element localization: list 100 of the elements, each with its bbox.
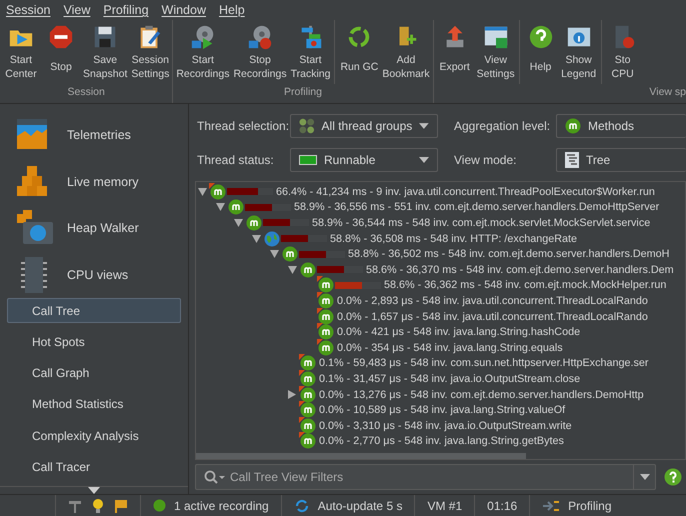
filter-box[interactable]: Call Tree View Filters [195,464,656,490]
toolbar-button[interactable]: View Settings [474,20,517,84]
menu-item[interactable]: View [63,3,90,17]
toolbar-group-label: Profiling [283,85,323,100]
tree-row[interactable]: 58.9% - 36,556 ms - 551 inv. com.ejt.demo.server.handlers.DemoHttpServer [294,201,660,214]
film-reel-play-icon [190,24,216,50]
method-icon [565,118,581,134]
dropdown-arrow-icon [419,123,429,129]
tree-row[interactable]: 0.0% - 2,893 μs - 548 inv. java.util.concurrent.ThreadLocalRando [337,294,648,307]
dropdown[interactable]: All thread groups [290,114,438,138]
window-check-icon [482,24,509,50]
tree-view-icon [565,152,579,168]
toolbar-button[interactable]: Stop [41,20,81,84]
toolbar-button[interactable]: Export [434,20,475,84]
sidebar-section[interactable]: Heap Walker [67,221,139,236]
control-label: View mode: [454,153,518,167]
thread-groups-icon [299,118,315,134]
dropdown-arrow-icon [419,157,429,163]
corner-marker-icon [299,370,305,376]
stop-sign-icon [48,24,74,50]
tree-row[interactable]: 66.4% - 41,234 ms - 9 inv. java.util.concurrent.ThreadPoolExecutor$Worker.run [276,186,655,198]
method-icon [210,184,226,200]
film-reel-stop-icon [247,24,274,50]
toolbar-button[interactable]: Start Center [1,20,41,84]
tree-row[interactable]: 0.0% - 354 μs - 548 inv. java.lang.String.equals [337,342,563,354]
help-icon [664,468,682,486]
status-text: 01:16 [487,498,518,512]
tree-row[interactable]: 58.9% - 36,544 ms - 548 inv. com.ejt.mock.servlet.MockServlet.service [312,216,650,229]
scrollbar-thumb[interactable] [196,453,526,459]
toolbar-button[interactable]: Run GC [334,20,380,84]
sidebar-item[interactable]: Hot Spots [7,329,181,355]
runnable-status-icon [299,155,317,165]
tree-row[interactable]: 58.6% - 36,370 ms - 548 inv. com.ejt.demo.server.handlers.Dem [366,264,674,276]
toolbar-button[interactable]: Session Settings [129,20,172,84]
method-icon [300,433,316,450]
toolbar-button[interactable]: Show Legend [558,20,599,84]
tree-row[interactable]: 58.6% - 36,362 ms - 548 inv. com.ejt.mock.MockHelper.run [384,279,666,292]
tree-row[interactable]: 0.0% - 13,276 μs - 548 inv. com.ejt.demo.server.handlers.DemoHttp [319,388,644,401]
tree-row[interactable]: 0.0% - 421 μs - 548 inv. java.lang.String.hashCode [337,326,580,338]
dropdown[interactable]: Runnable [290,148,438,172]
method-icon [300,386,316,403]
tree-row[interactable]: 0.0% - 10,589 μs - 548 inv. java.lang.String.valueOf [319,404,566,416]
profiling-icon [542,498,560,512]
toolbar-button[interactable]: Sto CPU [600,20,641,84]
status-dot-icon [153,499,166,512]
corner-marker-icon [317,292,323,298]
sidebar-item[interactable]: Complexity Analysis [7,423,181,448]
toolbar-button[interactable]: Start Recordings [174,20,232,84]
corner-marker-icon [299,386,305,392]
tree-row[interactable]: 58.8% - 36,508 ms - 548 inv. HTTP: /exchangeRate [330,232,578,245]
toolbar-button[interactable]: Stop Recordings [231,20,289,84]
toolbar-button[interactable]: Start Tracking [288,20,332,84]
tree-row[interactable]: 0.0% - 3,310 μs - 548 inv. java.io.OutputStream.write [319,420,572,432]
method-icon [300,402,316,418]
search-icon [204,470,226,484]
tree-row[interactable]: 0.1% - 59,483 μs - 548 inv. com.sun.net.httpserver.HttpExchange.ser [319,357,648,370]
corner-marker-icon [299,401,305,408]
sidebar-item[interactable]: Call Graph [7,360,181,386]
menu-item[interactable]: Window [162,3,206,17]
menu-item[interactable]: Session [6,3,50,17]
control-label: Thread status: [197,153,275,167]
tree-row[interactable]: 0.0% - 1,657 μs - 548 inv. java.util.concurrent.ThreadLocalRando [337,310,648,323]
status-text: VM #1 [427,498,462,512]
method-icon [228,199,244,216]
status-text: Profiling [568,498,612,512]
scroll-down-icon [88,486,100,494]
flag-icon [114,498,128,512]
sidebar-section[interactable]: Telemetries [67,128,131,142]
method-icon [318,292,334,309]
method-icon [318,324,334,340]
filter-field[interactable]: Call Tree View Filters [228,469,633,485]
tree-row[interactable]: 0.0% - 2,770 μs - 548 inv. java.lang.String.getBytes [319,435,564,448]
toolbar-button[interactable]: Add Bookmark [380,20,432,84]
corner-marker-icon [317,323,323,330]
lightbulb-icon [92,498,104,512]
dropdown[interactable]: Methods [556,114,686,138]
control-label: Aggregation level: [454,119,552,133]
sidebar-item[interactable]: Call Tree [7,298,181,324]
sidebar-item[interactable]: Call Tracer [7,454,181,480]
dropdown[interactable]: Tree [556,148,686,172]
globe-icon [264,230,280,247]
help-icon [528,24,554,50]
corner-marker-icon [317,338,323,345]
sidebar-section[interactable]: Live memory [67,174,139,189]
toolbar-button[interactable]: Save Snapshot [81,20,130,84]
method-icon [246,214,262,231]
method-icon [318,340,334,356]
sidebar-item[interactable]: Method Statistics [7,392,181,418]
menu-item[interactable]: Help [219,3,245,17]
corner-marker-icon [299,354,305,360]
pin-icon [68,498,82,512]
toolbar-button[interactable]: Help [518,20,559,84]
tree-row[interactable]: 0.1% - 31,457 μs - 548 inv. java.io.OutputStream.close [319,372,580,385]
sidebar-section[interactable]: CPU views [67,268,128,282]
method-icon [300,370,316,387]
method-icon [282,246,298,262]
tree-row[interactable]: 58.8% - 36,502 ms - 548 inv. com.ejt.demo.server.handlers.DemoH [348,248,670,260]
menu-item[interactable]: Profiling [103,3,149,17]
corner-marker-icon [299,432,305,438]
status-text: 1 active recording [174,498,269,512]
